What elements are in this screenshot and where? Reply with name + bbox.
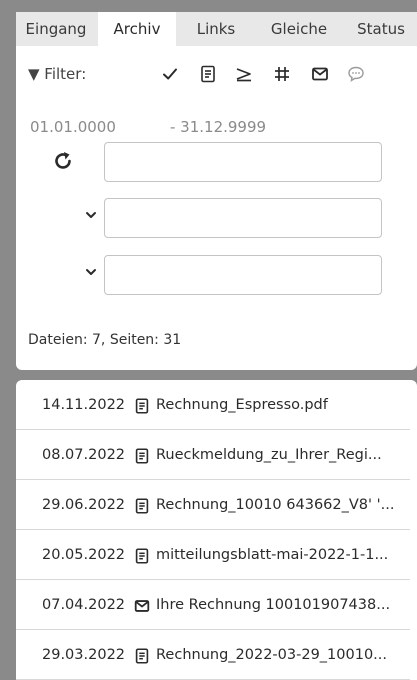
- date-from[interactable]: 01.01.0000: [30, 118, 116, 136]
- document-icon: [133, 497, 151, 515]
- file-count: Dateien: 7, Seiten: 31: [28, 332, 182, 348]
- file-date: 29.03.2022: [42, 647, 126, 663]
- list-item[interactable]: 07.04.2022 Ihre Rechnung 100101907438...: [16, 584, 410, 630]
- app-frame: Eingang Archiv Links Gleiche Status ▼ Fi…: [0, 0, 417, 680]
- document-icon: [133, 447, 151, 465]
- filter-field-2[interactable]: [104, 198, 382, 238]
- file-date: 14.11.2022: [42, 397, 126, 413]
- list-item[interactable]: 14.11.2022 Rechnung_Espresso.pdf: [16, 384, 410, 430]
- tab-links[interactable]: Links: [184, 12, 248, 46]
- envelope-icon[interactable]: [310, 64, 330, 84]
- file-date: 29.06.2022: [42, 497, 126, 513]
- chevron-down-icon[interactable]: [84, 208, 98, 222]
- list-item[interactable]: 08.07.2022 Rueckmeldung_zu_Ihrer_Regi...: [16, 434, 410, 480]
- filter-toggle[interactable]: ▼ Filter:: [28, 62, 86, 86]
- tab-gleiche[interactable]: Gleiche: [258, 12, 340, 46]
- check-icon[interactable]: [160, 64, 180, 84]
- file-name: Rechnung_10010 643662_V8' '...: [156, 497, 395, 513]
- filter-field-3[interactable]: [104, 255, 382, 295]
- tab-eingang[interactable]: Eingang: [16, 12, 96, 46]
- file-name: mitteilungsblatt-mai-2022-1-1...: [156, 547, 389, 563]
- document-icon: [133, 547, 151, 565]
- outgoing-icon[interactable]: [234, 64, 254, 84]
- file-name: Rechnung_2022-03-29_10010...: [156, 647, 388, 663]
- comment-icon[interactable]: [346, 64, 366, 84]
- document-icon: [133, 397, 151, 415]
- file-name: Rechnung_Espresso.pdf: [156, 397, 328, 413]
- tab-bar: Eingang Archiv Links Gleiche Status: [16, 12, 417, 46]
- file-date: 20.05.2022: [42, 547, 126, 563]
- tab-archiv[interactable]: Archiv: [98, 12, 176, 46]
- refresh-icon[interactable]: [52, 150, 74, 172]
- filter-panel: ▼ Filter: 01.01.0000 - 31.12.9999 Dateie…: [16, 46, 417, 370]
- document-icon[interactable]: [198, 64, 218, 84]
- envelope-icon: [133, 597, 151, 615]
- list-item[interactable]: 29.06.2022 Rechnung_10010 643662_V8' '..…: [16, 484, 410, 530]
- date-to[interactable]: - 31.12.9999: [170, 118, 266, 136]
- document-icon: [133, 647, 151, 665]
- tab-status[interactable]: Status: [346, 12, 416, 46]
- file-name: Rueckmeldung_zu_Ihrer_Regi...: [156, 447, 382, 463]
- chevron-down-icon[interactable]: [84, 265, 98, 279]
- file-list: 14.11.2022 Rechnung_Espresso.pdf 08.07.2…: [16, 380, 417, 680]
- list-item[interactable]: 20.05.2022 mitteilungsblatt-mai-2022-1-1…: [16, 534, 410, 580]
- filter-toolbar: ▼ Filter:: [28, 62, 417, 86]
- file-date: 07.04.2022: [42, 597, 126, 613]
- filter-field-1[interactable]: [104, 142, 382, 182]
- grid-icon[interactable]: [272, 64, 292, 84]
- file-name: Ihre Rechnung 100101907438...: [156, 597, 391, 613]
- list-item[interactable]: 29.03.2022 Rechnung_2022-03-29_10010...: [16, 634, 410, 680]
- file-date: 08.07.2022: [42, 447, 126, 463]
